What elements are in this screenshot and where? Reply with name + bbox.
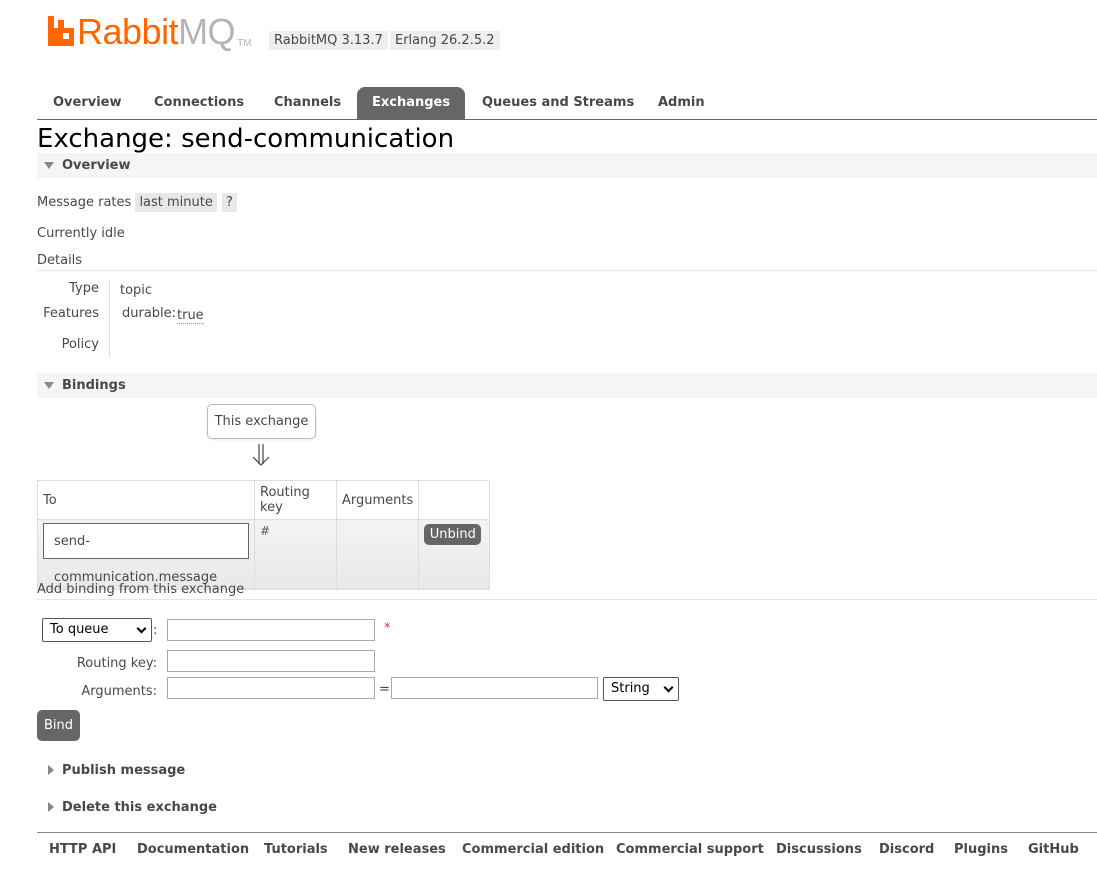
tab-overview[interactable]: Overview (38, 87, 137, 119)
main-tabs: Overview Connections Channels Exchanges … (37, 87, 1097, 120)
divider (37, 270, 1097, 271)
footer-link-github[interactable]: GitHub (1028, 842, 1079, 857)
argument-key-input[interactable] (167, 677, 375, 699)
binding-actions-cell: Unbind (418, 519, 491, 590)
routing-key-input[interactable] (167, 650, 375, 672)
this-exchange-box: This exchange (207, 404, 316, 439)
overview-section-toggle[interactable]: Overview (37, 153, 1097, 178)
argument-value-input[interactable] (391, 677, 598, 699)
add-binding-title: Add binding from this exchange (37, 582, 245, 597)
rabbitmq-version-badge: RabbitMQ 3.13.7 (269, 31, 388, 50)
binding-arguments-cell (335, 519, 420, 590)
expand-triangle-icon (48, 765, 54, 775)
trademark: TM (237, 38, 252, 49)
expand-triangle-icon (48, 802, 54, 812)
column-header-actions (418, 480, 491, 520)
bind-button[interactable]: Bind (37, 710, 80, 741)
arguments-label: Arguments: (81, 684, 157, 699)
destination-type-select[interactable]: To queue (42, 618, 152, 642)
collapse-triangle-icon (44, 382, 54, 389)
rabbitmq-logo[interactable]: RabbitMQ TM (48, 14, 252, 54)
down-arrow-icon (252, 444, 270, 466)
footer-link-http-api[interactable]: HTTP API (49, 842, 116, 857)
message-rates-range[interactable]: last minute (135, 193, 217, 212)
tab-queues-and-streams[interactable]: Queues and Streams (467, 87, 649, 119)
footer-link-commercial-edition[interactable]: Commercial edition (462, 842, 604, 857)
column-header-to: To (37, 480, 255, 520)
chevron-down-icon (663, 682, 674, 693)
footer-link-plugins[interactable]: Plugins (954, 842, 1008, 857)
rabbitmq-logo-icon (48, 16, 74, 46)
logo-wordmark: RabbitMQ (77, 11, 236, 52)
footer-link-commercial-support[interactable]: Commercial support (616, 842, 764, 857)
queue-link[interactable]: send-communication.message (43, 523, 249, 585)
delete-exchange-section-toggle[interactable]: Delete this exchange (37, 797, 437, 819)
features-durable-key: durable: (122, 306, 177, 321)
binding-routing-key-cell: # (254, 519, 337, 590)
type-key: Type (69, 281, 99, 296)
erlang-version-badge: Erlang 26.2.5.2 (390, 31, 500, 50)
collapse-triangle-icon (44, 162, 54, 169)
features-durable-value: true (177, 308, 204, 324)
details-label: Details (37, 253, 83, 268)
binding-to-cell: send-communication.message (37, 519, 255, 590)
footer-link-discord[interactable]: Discord (879, 842, 934, 857)
tab-exchanges[interactable]: Exchanges (357, 87, 466, 119)
bindings-table: To Routing key Arguments send-communicat… (37, 480, 491, 590)
type-value: topic (120, 283, 153, 298)
footer-link-tutorials[interactable]: Tutorials (264, 842, 328, 857)
policy-key: Policy (61, 337, 99, 352)
footer-link-documentation[interactable]: Documentation (137, 842, 249, 857)
unbind-button[interactable]: Unbind (424, 524, 482, 545)
tab-channels[interactable]: Channels (259, 87, 356, 119)
column-header-arguments: Arguments (335, 480, 420, 520)
divider (37, 599, 1097, 600)
details-separator (109, 280, 110, 358)
status-text: Currently idle (37, 226, 125, 241)
destination-name-input[interactable] (167, 619, 375, 641)
required-marker: * (384, 621, 391, 636)
features-key: Features (43, 306, 99, 321)
tab-admin[interactable]: Admin (643, 87, 720, 119)
table-row: send-communication.message # Unbind (37, 519, 491, 590)
routing-key-label: Routing key: (76, 656, 157, 671)
argument-type-select[interactable]: String (603, 677, 679, 701)
help-button[interactable]: ? (222, 193, 237, 212)
message-rates-row: Message rates last minute ? (37, 193, 237, 212)
chevron-down-icon (136, 623, 147, 634)
bindings-section-toggle[interactable]: Bindings (37, 373, 1097, 398)
page-title: Exchange: send-communication (37, 124, 455, 154)
footer-link-new-releases[interactable]: New releases (348, 842, 446, 857)
footer-link-discussions[interactable]: Discussions (776, 842, 862, 857)
publish-message-section-toggle[interactable]: Publish message (37, 760, 437, 782)
tab-connections[interactable]: Connections (139, 87, 259, 119)
footer-divider (37, 832, 1097, 833)
column-header-routing-key: Routing key (254, 480, 337, 520)
